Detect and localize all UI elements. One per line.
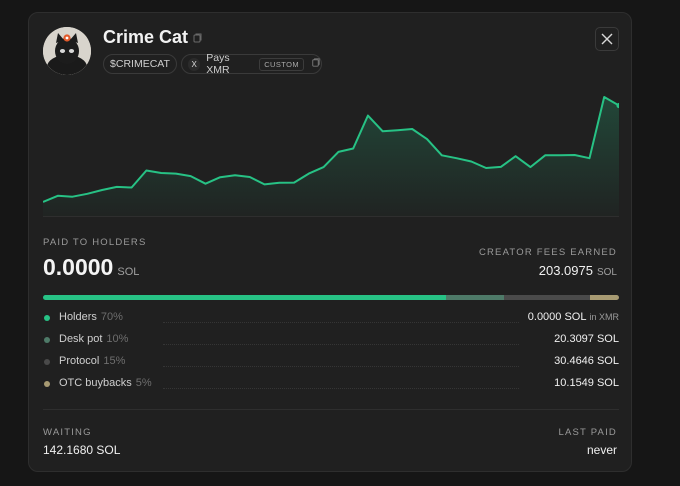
paid-label: PAID TO HOLDERS xyxy=(43,237,147,248)
holders-pct: 70% xyxy=(100,311,123,323)
distribution-bar-segment xyxy=(503,295,591,300)
dotted-leader xyxy=(163,322,519,323)
x-share-button[interactable] xyxy=(595,27,619,51)
distribution-row-holders: Holders 70% 0.0000 SOL in XMR xyxy=(43,310,619,326)
row-name: Holders 70% xyxy=(59,311,123,323)
last-paid-label: LAST PAID xyxy=(558,427,617,438)
waiting-value: 142.1680 SOL xyxy=(43,443,121,457)
row-value: 30.4646 SOL xyxy=(554,355,619,367)
custom-tag: CUSTOM xyxy=(259,57,304,71)
distribution-bar xyxy=(43,295,619,300)
desk-pot-name: Desk pot xyxy=(59,333,103,345)
row-value: 0.0000 SOL in XMR xyxy=(528,311,619,323)
row-value: 10.1549 SOL xyxy=(554,377,619,389)
cat-avatar-image xyxy=(43,27,91,75)
distribution-row-desk-pot: Desk pot 10% 20.3097 SOL xyxy=(43,332,619,348)
dotted-leader xyxy=(163,388,519,389)
distribution-row-otc-buybacks: OTC buybacks 5% 10.1549 SOL xyxy=(43,376,619,392)
protocol-pct: 15% xyxy=(103,355,126,367)
otc-buybacks-dot xyxy=(44,381,50,387)
pays-chip[interactable]: X Pays XMR CUSTOM xyxy=(181,52,322,76)
pays-label: Pays XMR xyxy=(206,52,230,76)
fees-value: 203.0975 xyxy=(538,263,593,278)
paid-unit: SOL xyxy=(117,266,140,278)
fees-value-block: 203.0975 SOL xyxy=(539,263,617,278)
paid-value: 0.0000 xyxy=(43,254,114,280)
dotted-leader xyxy=(163,344,519,345)
waiting-label: WAITING xyxy=(43,427,92,438)
chart-area-fill xyxy=(43,97,619,217)
divider xyxy=(43,409,619,410)
row-name: Protocol 15% xyxy=(59,355,125,367)
otc-buybacks-name: OTC buybacks xyxy=(59,377,132,389)
row-value: 20.3097 SOL xyxy=(554,333,619,345)
holders-value: 0.0000 SOL xyxy=(527,311,587,323)
protocol-name: Protocol xyxy=(59,355,100,367)
holders-dot xyxy=(44,315,50,321)
ticker-chip[interactable]: $CRIMECAT xyxy=(103,54,177,74)
paid-value-block: 0.0000 SOL xyxy=(43,254,139,281)
token-avatar xyxy=(43,27,91,75)
dotted-leader xyxy=(163,366,519,367)
token-card: Crime Cat $CRIMECAT X Pays XMR CUSTOM PA… xyxy=(28,12,632,472)
copy-icon[interactable] xyxy=(191,31,203,43)
divider xyxy=(43,216,619,217)
otc-buybacks-pct: 5% xyxy=(135,377,152,389)
x-badge-icon: X xyxy=(188,57,201,71)
copy-icon[interactable] xyxy=(310,57,321,71)
holders-sub: in XMR xyxy=(589,312,619,322)
fees-area-chart xyxy=(43,96,619,217)
distribution-row-protocol: Protocol 15% 30.4646 SOL xyxy=(43,354,619,370)
distribution-bar-segment xyxy=(590,295,619,300)
desk-pot-value: 20.3097 SOL xyxy=(554,333,619,345)
protocol-dot xyxy=(44,359,50,365)
distribution-bar-segment xyxy=(446,295,504,300)
distribution-bar-segment xyxy=(43,295,447,300)
row-name: OTC buybacks 5% xyxy=(59,377,152,389)
protocol-value: 30.4646 SOL xyxy=(554,355,619,367)
desk-pot-dot xyxy=(44,337,50,343)
last-paid-value: never xyxy=(586,443,617,457)
row-name: Desk pot 10% xyxy=(59,333,128,345)
holders-name: Holders xyxy=(59,311,97,323)
fees-unit: SOL xyxy=(596,267,617,278)
fees-label: CREATOR FEES EARNED xyxy=(478,247,617,258)
token-name: Crime Cat xyxy=(103,27,189,47)
x-logo-icon xyxy=(601,33,613,45)
otc-buybacks-value: 10.1549 SOL xyxy=(554,377,619,389)
ticker-label: $CRIMECAT xyxy=(110,58,170,70)
desk-pot-pct: 10% xyxy=(106,333,129,345)
